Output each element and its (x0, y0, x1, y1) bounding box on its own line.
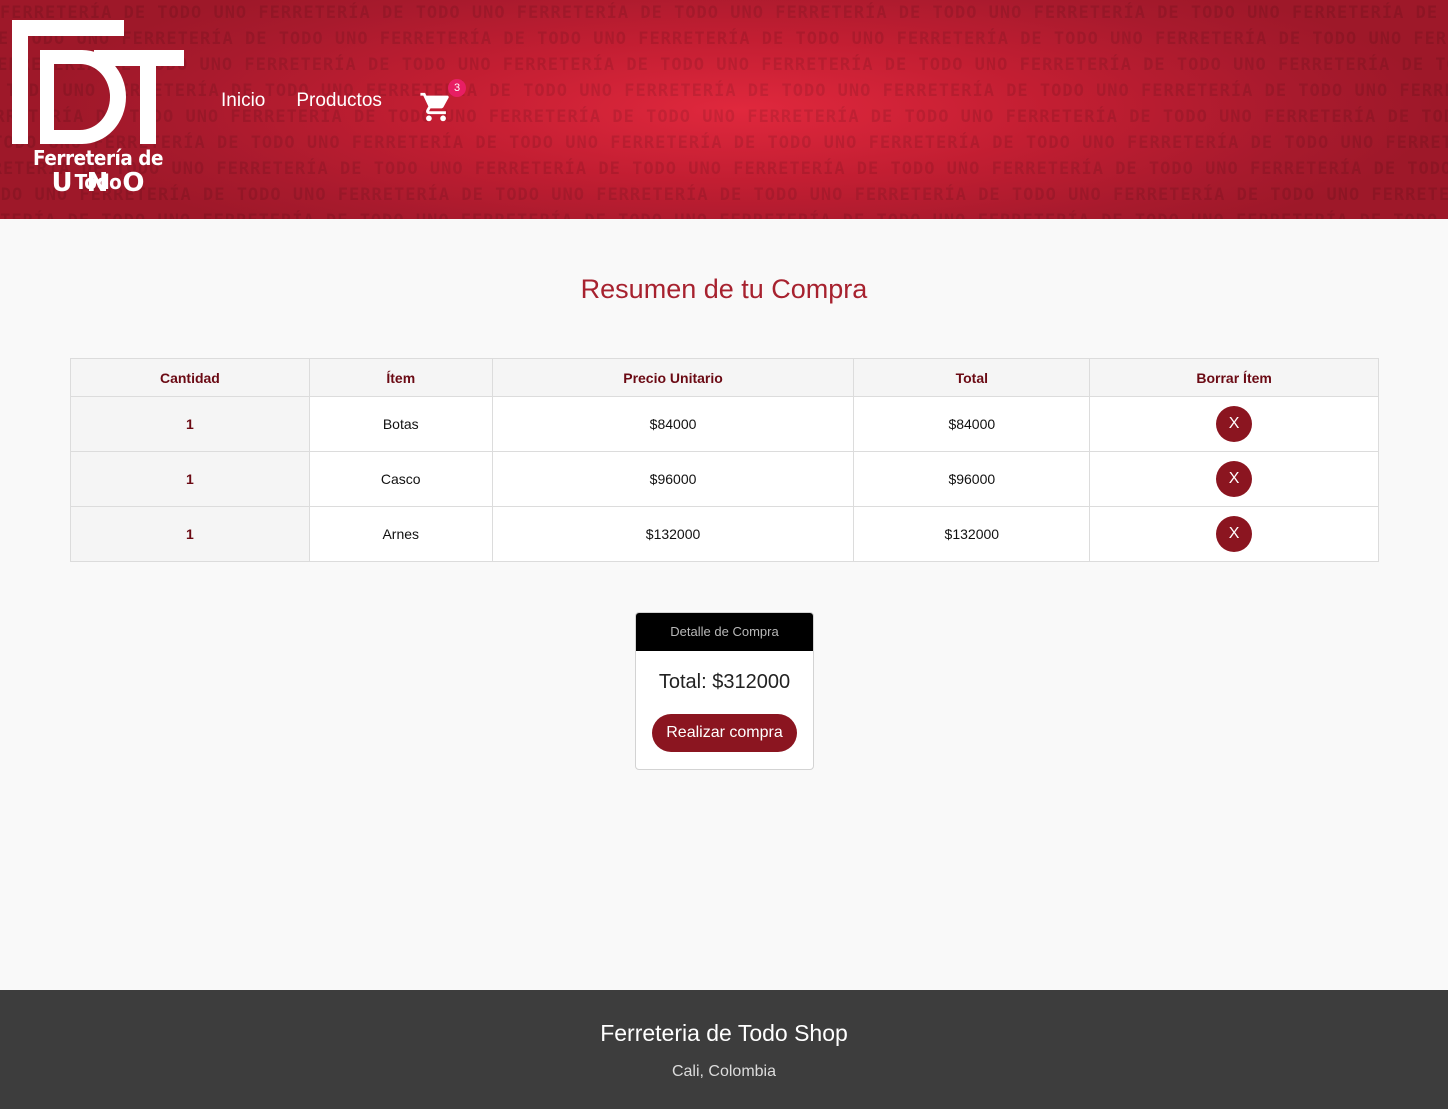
table-row: 1 Casco $96000 $96000 X (70, 451, 1379, 507)
row-quantity: 1 (70, 451, 310, 507)
main-nav: Inicio Productos (221, 90, 382, 112)
table-row: 1 Botas $84000 $84000 X (70, 396, 1379, 452)
header-pattern: FERRETERÍA DE TODO UNO FERRETERÍA DE TOD… (0, 0, 1448, 219)
column-header-item: Ítem (308, 358, 493, 397)
cart-button[interactable] (419, 90, 453, 124)
header-pattern-line: FERRETERÍA DE TODO UNO FERRETERÍA DE TOD… (0, 185, 1448, 205)
card-header: Detalle de Compra (636, 613, 813, 651)
row-total: $84000 (853, 396, 1091, 452)
row-total: $132000 (853, 506, 1091, 562)
header-pattern-line: FERRETERÍA DE TODO UNO FERRETERÍA DE TOD… (0, 55, 1448, 75)
header-pattern-line: FERRETERÍA DE TODO UNO FERRETERÍA DE TOD… (0, 3, 1448, 23)
row-unit-price: $96000 (491, 451, 855, 507)
footer-location: Cali, Colombia (671, 1063, 777, 1080)
header-pattern-line: FERRETERÍA DE TODO UNO FERRETERÍA DE TOD… (0, 133, 1448, 153)
checkout-button[interactable]: Realizar compra (652, 714, 797, 752)
row-unit-price: $84000 (491, 396, 855, 452)
column-header-total: Total (853, 358, 1091, 397)
logo-text-line2: UNO (51, 168, 159, 198)
column-header-precio-unitario: Precio Unitario (491, 358, 855, 397)
purchase-summary-card: Detalle de Compra Total: $312000 Realiza… (635, 612, 814, 770)
nav-link-productos[interactable]: Productos (296, 90, 382, 112)
row-item-name: Botas (308, 396, 493, 452)
footer-title: Ferreteria de Todo Shop (600, 1020, 848, 1046)
header-pattern-line: FERRETERÍA DE TODO UNO FERRETERÍA DE TOD… (0, 159, 1448, 179)
row-total: $96000 (853, 451, 1091, 507)
page-title: Resumen de tu Compra (580, 274, 868, 304)
header-pattern-line: FERRETERÍA DE TODO UNO FERRETERÍA DE TOD… (0, 29, 1448, 49)
header-pattern-line: FERRETERÍA DE TODO UNO FERRETERÍA DE TOD… (0, 81, 1448, 101)
nav-link-inicio[interactable]: Inicio (221, 90, 265, 112)
shopping-cart-icon (420, 92, 449, 122)
table-row: 1 Arnes $132000 $132000 X (70, 506, 1379, 562)
row-item-name: Arnes (308, 506, 493, 562)
cart-count-badge: 3 (448, 79, 466, 97)
delete-item-button[interactable]: X (1216, 406, 1253, 442)
row-delete-cell: X (1089, 506, 1379, 562)
row-delete-cell: X (1089, 451, 1379, 507)
row-quantity: 1 (70, 396, 310, 452)
site-footer: Ferreteria de Todo Shop Cali, Colombia (0, 990, 1448, 1109)
logo-mark-icon (12, 20, 184, 144)
brand-logo[interactable]: Ferretería de Todo UNO (12, 20, 184, 198)
header-pattern-line: FERRETERÍA DE TODO UNO FERRETERÍA DE TOD… (0, 208, 1448, 219)
purchase-total: Total: $312000 (658, 671, 791, 693)
header-pattern-line: FERRETERÍA DE TODO UNO FERRETERÍA DE TOD… (0, 107, 1448, 127)
column-header-cantidad: Cantidad (70, 358, 310, 397)
table-header-row: Cantidad Ítem Precio Unitario Total Borr… (70, 358, 1379, 397)
cart-table: Cantidad Ítem Precio Unitario Total Borr… (70, 358, 1379, 562)
delete-item-button[interactable]: X (1216, 461, 1253, 497)
column-header-borrar-item: Borrar Ítem (1089, 358, 1379, 397)
site-header: FERRETERÍA DE TODO UNO FERRETERÍA DE TOD… (0, 0, 1448, 219)
row-unit-price: $132000 (491, 506, 855, 562)
delete-item-button[interactable]: X (1216, 516, 1253, 552)
row-item-name: Casco (308, 451, 493, 507)
row-delete-cell: X (1089, 396, 1379, 452)
row-quantity: 1 (70, 506, 310, 562)
